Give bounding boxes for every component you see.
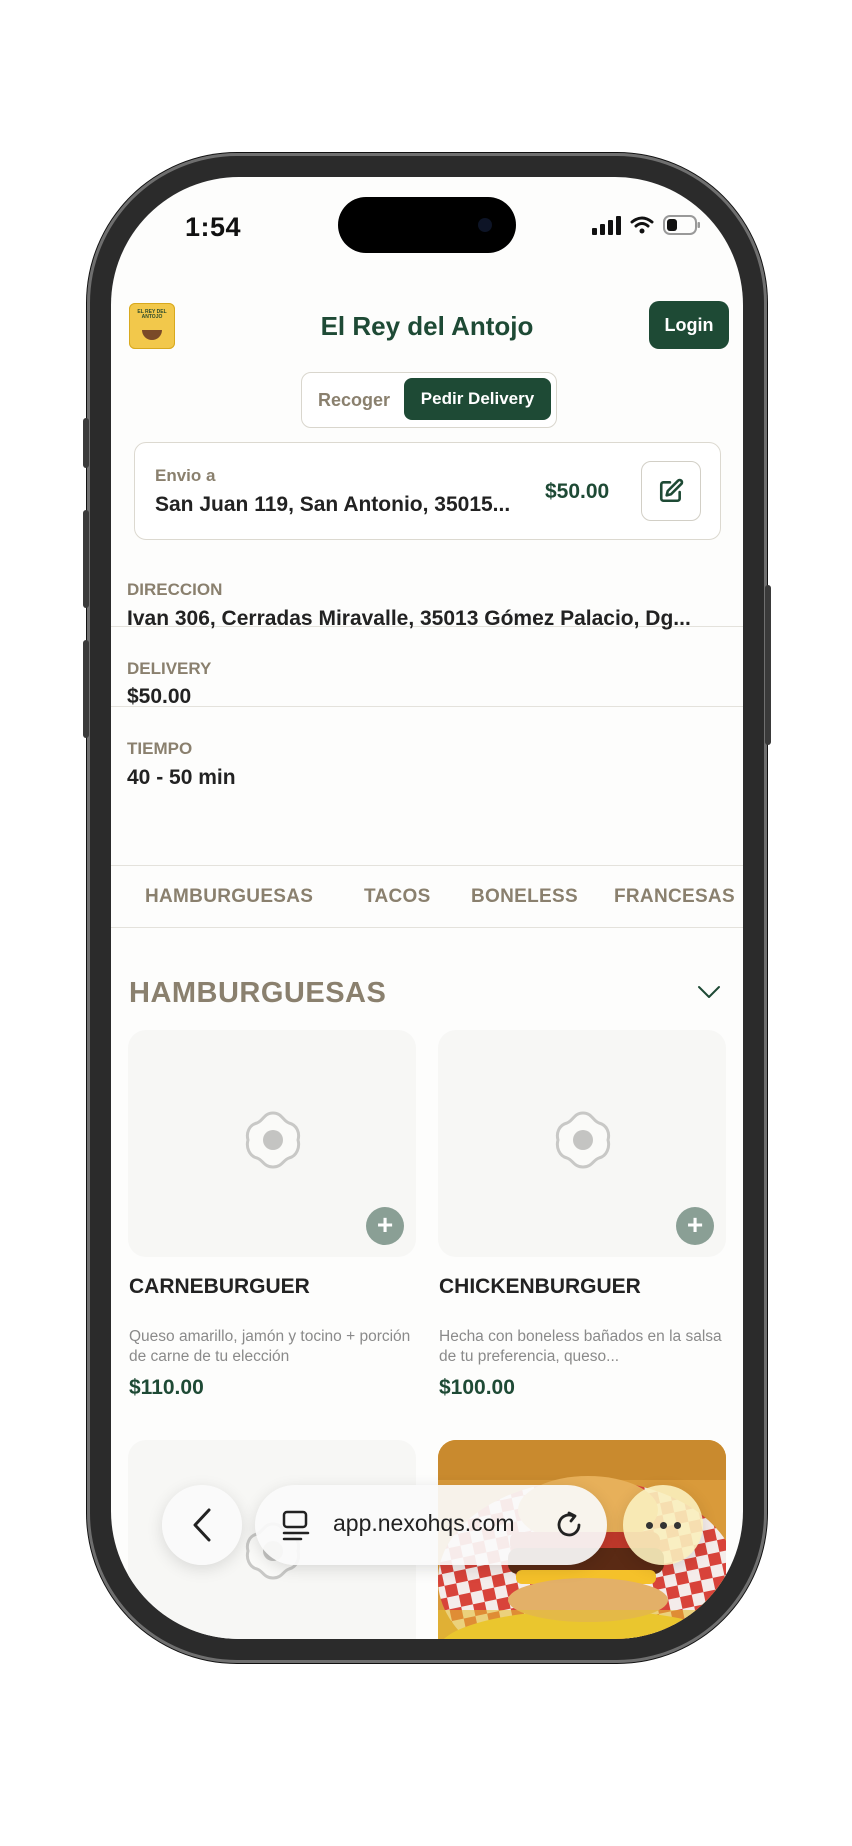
delivery-label: DELIVERY bbox=[127, 659, 212, 678]
wifi-icon bbox=[630, 216, 654, 234]
tab-boneless[interactable]: BONELESS bbox=[471, 886, 578, 908]
app-header: EL REY DEL ANTOJO El Rey del Antojo Logi… bbox=[111, 299, 743, 359]
camera-icon bbox=[478, 218, 492, 232]
delivery-option[interactable]: Pedir Delivery bbox=[404, 378, 551, 420]
browser-url-bar[interactable]: app.nexohqs.com bbox=[255, 1485, 607, 1565]
signal-icon bbox=[592, 215, 621, 235]
address-label: DIRECCION bbox=[127, 580, 223, 599]
product-card[interactable]: + CHICKENBURGUER Hecha con boneless baña… bbox=[438, 1030, 726, 1410]
status-time: 1:54 bbox=[185, 212, 242, 242]
product-price: $100.00 bbox=[439, 1376, 515, 1399]
reload-icon[interactable] bbox=[553, 1509, 585, 1541]
more-options-button[interactable] bbox=[623, 1485, 703, 1565]
action-button bbox=[83, 418, 89, 468]
url-text: app.nexohqs.com bbox=[333, 1510, 515, 1536]
delivery-address-card[interactable]: Envio a San Juan 119, San Antonio, 35015… bbox=[134, 442, 721, 540]
ship-to-label: Envio a bbox=[155, 466, 216, 485]
delivery-info-row: DELIVERY $50.00 bbox=[111, 627, 743, 708]
time-info-row: TIEMPO 40 - 50 min bbox=[111, 707, 743, 799]
edit-icon bbox=[659, 478, 684, 503]
tab-hamburguesas[interactable]: HAMBURGUESAS bbox=[145, 886, 313, 908]
login-button[interactable]: Login bbox=[649, 301, 729, 349]
dynamic-island bbox=[338, 197, 516, 253]
product-card[interactable]: + CARNEBURGUER Queso amarillo, jamón y t… bbox=[128, 1030, 416, 1410]
add-to-cart-button[interactable]: + bbox=[366, 1207, 404, 1245]
address-info-row: DIRECCION Ivan 306, Cerradas Miravalle, … bbox=[111, 552, 743, 630]
phone-screen: 1:54 EL REY DEL ANTOJO El Rey del Antojo… bbox=[111, 177, 743, 1639]
more-dot-icon bbox=[659, 1521, 667, 1529]
product-description: Hecha con boneless bañados en la salsa d… bbox=[439, 1328, 722, 1365]
volume-up-button bbox=[83, 510, 89, 608]
time-value: 40 - 50 min bbox=[127, 766, 236, 789]
category-tabs: HAMBURGUESAS TACOS BONELESS FRANCESAS bbox=[111, 865, 743, 928]
product-image-placeholder: + bbox=[438, 1030, 726, 1257]
tab-francesas[interactable]: FRANCESAS bbox=[614, 886, 735, 908]
delivery-value: $50.00 bbox=[127, 685, 192, 708]
chevron-left-icon bbox=[193, 1508, 211, 1542]
image-placeholder-icon bbox=[245, 1111, 301, 1169]
product-image-placeholder: + bbox=[128, 1030, 416, 1257]
order-mode-toggle: Recoger Pedir Delivery bbox=[301, 372, 557, 428]
battery-icon bbox=[663, 215, 700, 235]
image-placeholder-icon bbox=[555, 1111, 611, 1169]
power-button bbox=[765, 585, 771, 745]
browser-back-button[interactable] bbox=[162, 1485, 242, 1565]
section-title: HAMBURGUESAS bbox=[129, 977, 387, 1009]
ship-to-address: San Juan 119, San Antonio, 35015... bbox=[155, 493, 511, 516]
more-dot-icon bbox=[645, 1521, 653, 1529]
volume-down-button bbox=[83, 640, 89, 738]
product-price: $110.00 bbox=[129, 1376, 204, 1399]
status-icons bbox=[592, 215, 701, 235]
delivery-fee: $50.00 bbox=[545, 480, 610, 503]
edit-address-button[interactable] bbox=[641, 461, 701, 521]
product-name: CARNEBURGUER bbox=[129, 1275, 310, 1298]
time-label: TIEMPO bbox=[127, 739, 193, 758]
add-to-cart-button[interactable]: + bbox=[676, 1207, 714, 1245]
more-dot-icon bbox=[673, 1521, 681, 1529]
product-name: CHICKENBURGUER bbox=[439, 1275, 641, 1298]
product-description: Queso amarillo, jamón y tocino + porción… bbox=[129, 1328, 411, 1365]
tab-overview-icon[interactable] bbox=[281, 1509, 311, 1541]
chevron-down-icon[interactable] bbox=[697, 985, 721, 999]
pickup-option[interactable]: Recoger bbox=[312, 379, 396, 421]
tab-tacos[interactable]: TACOS bbox=[364, 886, 431, 908]
